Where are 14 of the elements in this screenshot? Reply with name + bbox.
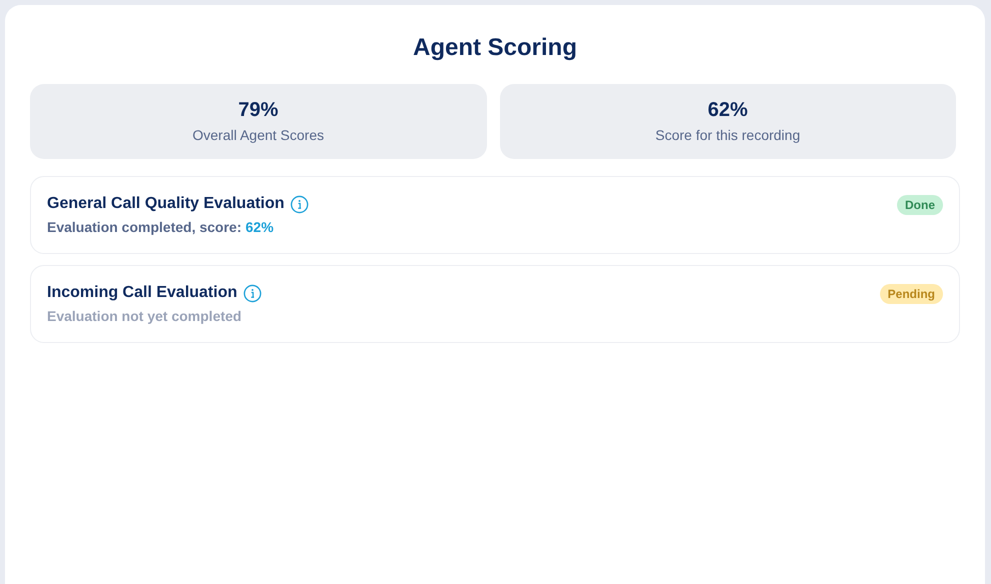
info-icon[interactable] [243,284,262,302]
status-badge: Done [897,195,943,215]
evaluation-title: Incoming Call Evaluation [47,283,238,303]
evaluation-description: Evaluation not yet completed [47,307,242,325]
evaluation-score: 62% [246,218,274,236]
stat-value: 79% [238,98,278,122]
info-icon[interactable] [290,194,310,214]
evaluation-description: Evaluation completed, score: [47,218,242,236]
evaluation-title: General Call Quality Evaluation [47,194,284,214]
status-badge: Pending [880,284,943,304]
page-title: Agent Scoring [412,35,578,61]
stat-label: Overall Agent Scores [192,126,324,145]
stat-value: 62% [708,98,748,122]
stat-label: Score for this recording [655,126,800,145]
